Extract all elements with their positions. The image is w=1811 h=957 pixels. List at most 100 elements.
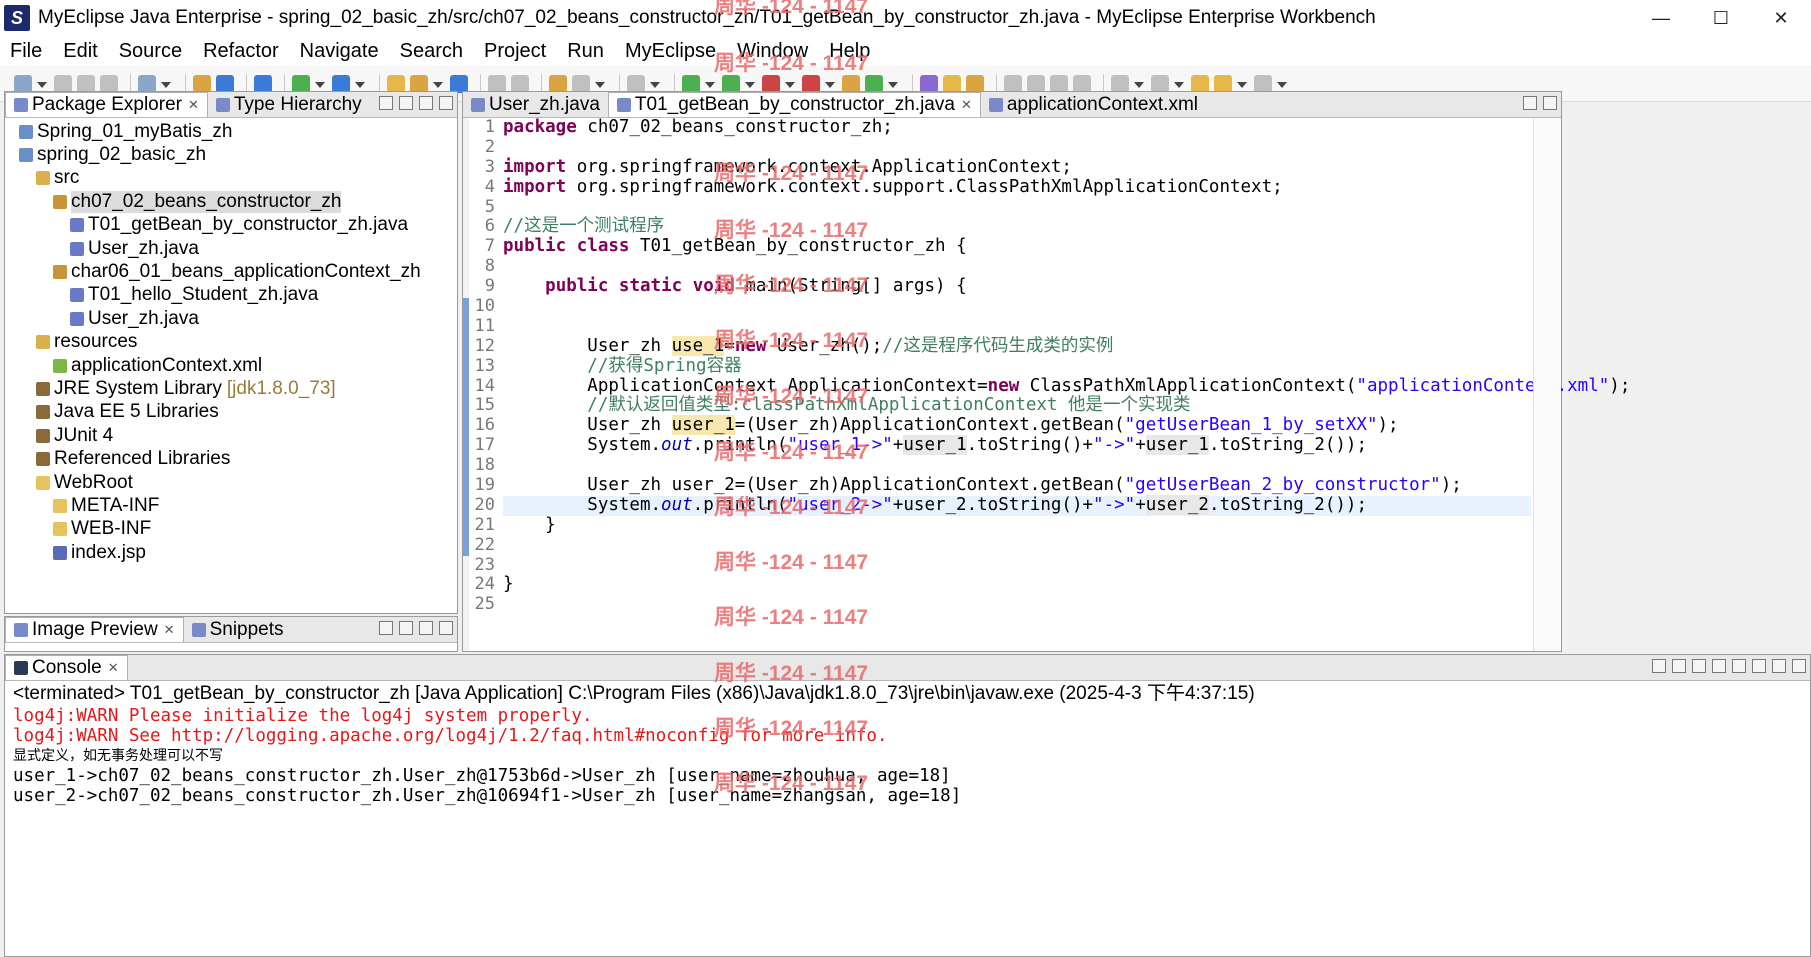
tree-item[interactable]: Spring_01_myBatis_zh <box>5 120 457 143</box>
code-line[interactable]: 24} <box>475 575 1531 595</box>
toolbar-tool-icon[interactable] <box>193 74 211 93</box>
tree-item[interactable]: src <box>5 167 457 190</box>
toolbar-dropdown-icon[interactable] <box>650 75 660 93</box>
view-minimize-icon[interactable] <box>1772 659 1786 673</box>
code-line[interactable]: 15 //默认返回值类型:classPathXmlApplicationCont… <box>475 396 1531 416</box>
code-line[interactable]: 9 public static void main(String[] args)… <box>485 276 1531 297</box>
code-line[interactable]: 20 System.out.println("user_2->"+user_2.… <box>475 494 1531 516</box>
toolbar-tool-icon[interactable] <box>722 74 740 93</box>
tab-close-icon[interactable]: ✕ <box>164 622 175 638</box>
tree-item[interactable]: T01_getBean_by_constructor_zh.java <box>5 214 457 237</box>
toolbar-tool-icon[interactable] <box>1027 74 1045 93</box>
code-line[interactable]: 3 import org.springframework.context.Appl… <box>485 157 1531 178</box>
tree-item[interactable]: applicationContext.xml <box>5 354 457 377</box>
toolbar-dropdown-icon[interactable] <box>355 75 365 93</box>
toolbar-tool-icon[interactable] <box>865 74 883 93</box>
toolbar-tool-icon[interactable] <box>216 74 234 93</box>
toolbar-tool-icon[interactable] <box>1073 74 1091 93</box>
toolbar-tool-icon[interactable] <box>943 74 961 93</box>
toolbar-tool-icon[interactable] <box>511 74 529 93</box>
open-console-icon[interactable] <box>1752 659 1766 673</box>
toolbar-dropdown-icon[interactable] <box>315 75 325 93</box>
tab-close-icon[interactable]: ✕ <box>188 97 199 113</box>
toolbar-dropdown-icon[interactable] <box>161 75 171 93</box>
tree-item[interactable]: User_zh.java <box>5 237 457 260</box>
menu-file[interactable]: File <box>10 40 42 63</box>
code-line[interactable]: 22 <box>475 535 1531 556</box>
menu-refactor[interactable]: Refactor <box>203 40 279 63</box>
tree-item[interactable]: Java EE 5 Libraries <box>5 401 457 424</box>
view-minimize-icon[interactable] <box>419 96 433 110</box>
code-line[interactable]: 18 <box>475 455 1531 476</box>
zoom-out-icon[interactable] <box>399 621 413 635</box>
collapse-all-icon[interactable] <box>379 96 393 110</box>
code-line[interactable]: 5 <box>485 197 1531 218</box>
tab-editor-0[interactable]: User_zh.java <box>463 92 608 117</box>
view-minimize-icon[interactable] <box>1523 96 1537 110</box>
toolbar-tool-icon[interactable] <box>920 74 938 93</box>
menu-navigate[interactable]: Navigate <box>300 40 379 63</box>
minimize-button[interactable]: — <box>1631 0 1691 36</box>
toolbar-tool-icon[interactable] <box>138 74 156 93</box>
menu-search[interactable]: Search <box>400 40 463 63</box>
toolbar-tool-icon[interactable] <box>450 74 468 93</box>
toolbar-dropdown-icon[interactable] <box>888 75 898 93</box>
code-line[interactable]: 19 User_zh user_2=(User_zh)ApplicationCo… <box>475 475 1531 496</box>
toolbar-tool-icon[interactable] <box>488 74 506 93</box>
toolbar-tool-icon[interactable] <box>966 74 984 93</box>
toolbar-tool-icon[interactable] <box>682 74 700 93</box>
tab-explorer-0[interactable]: Package Explorer ✕ <box>5 92 208 117</box>
tab-bottom_left-0[interactable]: Image Preview ✕ <box>5 617 184 642</box>
code-line[interactable]: 8 <box>485 256 1531 277</box>
tab-close-icon[interactable]: ✕ <box>961 97 972 113</box>
code-line[interactable]: 14 ApplicationContext ApplicationContext… <box>475 376 1631 397</box>
toolbar-tool-icon[interactable] <box>100 74 118 93</box>
toolbar-tool-icon[interactable] <box>549 74 567 93</box>
toolbar-tool-icon[interactable] <box>1050 74 1068 93</box>
zoom-in-icon[interactable] <box>379 621 393 635</box>
toolbar-dropdown-icon[interactable] <box>705 75 715 93</box>
toolbar-tool-icon[interactable] <box>254 74 272 93</box>
code-line[interactable]: 11 <box>475 316 1531 337</box>
menu-edit[interactable]: Edit <box>63 40 97 63</box>
toolbar-dropdown-icon[interactable] <box>1237 75 1247 93</box>
toolbar-tool-icon[interactable] <box>572 74 590 93</box>
menu-window[interactable]: Window <box>737 40 808 63</box>
code-line[interactable]: 23 <box>475 555 1531 576</box>
code-area[interactable]: 1 package ch07_02_beans_constructor_zh; 2 3… <box>475 117 1631 651</box>
scroll-lock-icon[interactable] <box>1712 659 1726 673</box>
toolbar-tool-icon[interactable] <box>14 74 32 93</box>
toolbar-tool-icon[interactable] <box>762 74 780 93</box>
toolbar-tool-icon[interactable] <box>1214 74 1232 93</box>
tree-item[interactable]: User_zh.java <box>5 307 457 330</box>
menu-run[interactable]: Run <box>567 40 604 63</box>
view-maximize-icon[interactable] <box>1543 96 1557 110</box>
view-maximize-icon[interactable] <box>439 621 453 635</box>
menu-help[interactable]: Help <box>829 40 870 63</box>
code-line[interactable]: 7 public class T01_getBean_by_constructor… <box>485 236 1531 257</box>
toolbar-tool-icon[interactable] <box>332 74 350 93</box>
code-line[interactable]: 1 package ch07_02_beans_constructor_zh; <box>485 117 1531 138</box>
menu-project[interactable]: Project <box>484 40 546 63</box>
toolbar-dropdown-icon[interactable] <box>745 75 755 93</box>
tab-bottom_left-1[interactable]: Snippets <box>184 617 292 642</box>
toolbar-dropdown-icon[interactable] <box>595 75 605 93</box>
view-maximize-icon[interactable] <box>1792 659 1806 673</box>
toolbar-dropdown-icon[interactable] <box>1134 75 1144 93</box>
code-line[interactable]: 13 //获得Spring容器 <box>475 356 1531 377</box>
terminate-icon[interactable] <box>1652 659 1666 673</box>
tree-item[interactable]: WebRoot <box>5 471 457 494</box>
editor-vertical-scrollbar[interactable] <box>1533 118 1561 651</box>
code-line[interactable]: 2 <box>485 137 1531 158</box>
maximize-button[interactable]: ☐ <box>1691 0 1751 36</box>
toolbar-tool-icon[interactable] <box>54 74 72 93</box>
menu-myeclipse[interactable]: MyEclipse <box>625 40 716 63</box>
toolbar-dropdown-icon[interactable] <box>433 75 443 93</box>
close-window-button[interactable]: ✕ <box>1751 0 1811 36</box>
tree-item[interactable]: JUnit 4 <box>5 424 457 447</box>
toolbar-dropdown-icon[interactable] <box>785 75 795 93</box>
code-line[interactable]: 6 //这是一个测试程序 <box>485 217 1531 237</box>
tree-item[interactable]: Referenced Libraries <box>5 447 457 470</box>
pin-console-icon[interactable] <box>1732 659 1746 673</box>
console-output[interactable]: <terminated> T01_getBean_by_constructor_… <box>5 681 1810 956</box>
